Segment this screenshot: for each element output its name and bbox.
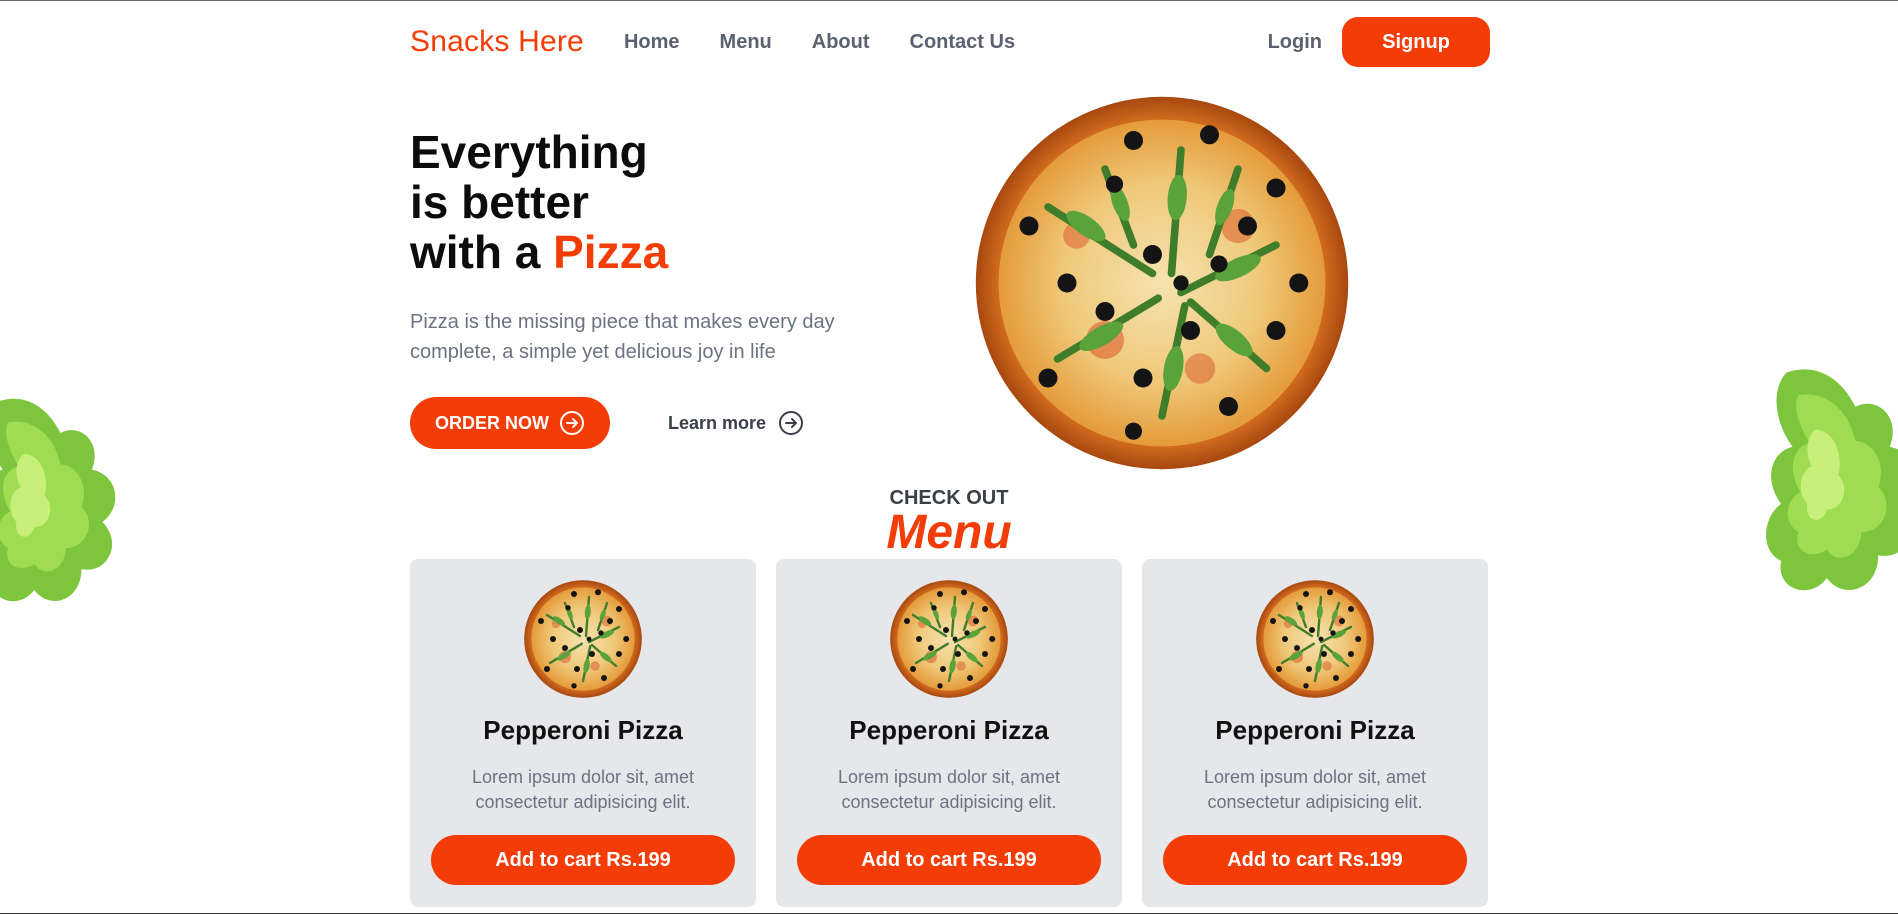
nav-links: Home Menu About Contact Us bbox=[624, 31, 1015, 54]
order-now-button[interactable]: ORDER NOW bbox=[410, 397, 610, 449]
menu-card: Pepperoni Pizza Lorem ipsum dolor sit, a… bbox=[1142, 559, 1488, 907]
menu-card: Pepperoni Pizza Lorem ipsum dolor sit, a… bbox=[410, 559, 756, 907]
nav-actions: Login Signup bbox=[1268, 17, 1490, 67]
navbar: Snacks Here Home Menu About Contact Us L… bbox=[410, 17, 1490, 67]
brand-logo[interactable]: Snacks Here bbox=[410, 25, 584, 59]
hero-pizza-image bbox=[972, 93, 1352, 473]
nav-link-menu[interactable]: Menu bbox=[720, 31, 772, 54]
order-now-label: ORDER NOW bbox=[435, 412, 549, 433]
card-title: Pepperoni Pizza bbox=[1215, 715, 1415, 745]
hero-title: Everything is better with a Pizza bbox=[410, 127, 830, 277]
nav-link-home[interactable]: Home bbox=[624, 31, 680, 54]
card-description: Lorem ipsum dolor sit, amet consectetur … bbox=[471, 767, 695, 812]
hero-title-line2: is better bbox=[410, 176, 589, 228]
menu-card: Pepperoni Pizza Lorem ipsum dolor sit, a… bbox=[776, 559, 1122, 907]
hero-title-line3-prefix: with a bbox=[410, 226, 554, 278]
card-description: Lorem ipsum dolor sit, amet consectetur … bbox=[837, 767, 1061, 812]
hero-title-accent: Pizza bbox=[553, 226, 669, 278]
signup-button[interactable]: Signup bbox=[1342, 17, 1490, 67]
menu-title: Menu bbox=[886, 506, 1012, 559]
hero-title-line1: Everything bbox=[410, 126, 648, 178]
pizza-thumbnail bbox=[889, 579, 1009, 699]
card-description: Lorem ipsum dolor sit, amet consectetur … bbox=[1203, 767, 1427, 812]
hero-description: Pizza is the missing piece that makes ev… bbox=[410, 311, 835, 363]
circle-arrow-right-icon bbox=[779, 411, 804, 435]
nav-link-contact[interactable]: Contact Us bbox=[910, 31, 1016, 54]
lettuce-decoration-right bbox=[1766, 369, 1898, 591]
add-to-cart-button[interactable]: Add to cart Rs.199 bbox=[431, 835, 735, 885]
add-to-cart-button[interactable]: Add to cart Rs.199 bbox=[797, 835, 1101, 885]
learn-more-button[interactable]: Learn more bbox=[668, 407, 804, 439]
add-to-cart-button[interactable]: Add to cart Rs.199 bbox=[1163, 835, 1467, 885]
learn-more-label: Learn more bbox=[668, 412, 767, 433]
circle-arrow-right-icon bbox=[560, 411, 584, 435]
login-link[interactable]: Login bbox=[1268, 31, 1322, 54]
menu-cards: Pepperoni Pizza Lorem ipsum dolor sit, a… bbox=[410, 559, 1490, 907]
card-title: Pepperoni Pizza bbox=[483, 715, 683, 745]
nav-link-about[interactable]: About bbox=[812, 31, 870, 54]
pizza-thumbnail bbox=[523, 579, 643, 699]
pizza-thumbnail bbox=[1255, 579, 1375, 699]
card-title: Pepperoni Pizza bbox=[849, 715, 1049, 745]
